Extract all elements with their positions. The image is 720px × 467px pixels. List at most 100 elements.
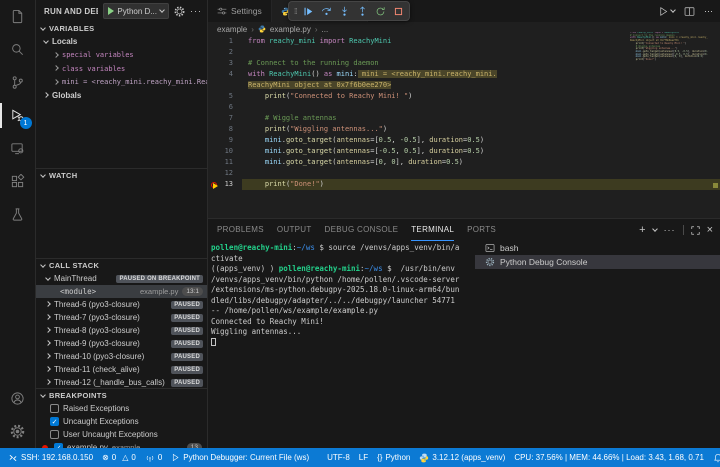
line-number[interactable]: 9 — [208, 135, 242, 146]
breakpoint-row[interactable]: ✓Uncaught Exceptions — [36, 415, 207, 428]
breakpoint-row[interactable]: ✓example.pyexample13 — [36, 441, 207, 448]
debug-settings-gear-icon[interactable] — [174, 6, 185, 17]
breadcrumb-folder[interactable]: example — [217, 25, 247, 34]
variables-header[interactable]: VARIABLES — [36, 22, 207, 35]
line-number[interactable]: 2 — [208, 47, 242, 58]
line-number[interactable]: 4 — [208, 69, 242, 80]
split-editor-icon[interactable] — [684, 6, 695, 17]
encoding-indicator[interactable]: UTF-8 — [327, 453, 350, 462]
continue-button[interactable] — [303, 6, 314, 17]
code-line[interactable]: 6 — [208, 102, 720, 113]
breakpoint-checkbox[interactable]: ✓ — [54, 443, 63, 448]
panel-tab-ports[interactable]: PORTS — [467, 219, 496, 241]
breadcrumb-file[interactable]: example.py — [270, 25, 311, 34]
sidebar-item-testing[interactable] — [0, 198, 36, 231]
line-number[interactable] — [208, 80, 242, 91]
thread-row[interactable]: Thread-6 (pyo3-closure)PAUSED — [36, 298, 207, 311]
breakpoints-header[interactable]: BREAKPOINTS — [36, 389, 207, 402]
variable-special[interactable]: special variables — [36, 49, 207, 63]
language-indicator[interactable]: {}Python — [377, 453, 410, 462]
tab-settings[interactable]: Settings — [208, 0, 272, 22]
line-number[interactable]: 11 — [208, 157, 242, 168]
line-number[interactable]: 8 — [208, 124, 242, 135]
stack-frame-module[interactable]: <module> example.py 13:1 — [36, 285, 207, 298]
eol-indicator[interactable]: LF — [359, 453, 368, 462]
breakpoint-checkbox[interactable] — [50, 404, 59, 413]
problems-indicator[interactable]: ⊗0 △0 — [102, 453, 136, 462]
line-number[interactable]: 7 — [208, 113, 242, 124]
line-number[interactable]: 5 — [208, 91, 242, 102]
code-line[interactable]: 5 print("Connected to Reachy Mini! ") — [208, 91, 720, 102]
scope-locals[interactable]: Locals — [36, 35, 207, 49]
panel-more-icon[interactable]: ··· — [664, 225, 676, 235]
thread-row[interactable]: Thread-8 (pyo3-closure)PAUSED — [36, 324, 207, 337]
panel-tab-terminal[interactable]: TERMINAL — [411, 219, 454, 241]
current-line-breakpoint-icon[interactable] — [211, 182, 217, 188]
variable-class[interactable]: class variables — [36, 62, 207, 76]
code-line[interactable]: 8 print("Wiggling antennas...") — [208, 124, 720, 135]
run-python-file-button[interactable] — [658, 6, 675, 17]
variable-mini[interactable]: mini = <reachy_mini.reachy_mini.Reachy… — [36, 76, 207, 90]
terminal-session-bash[interactable]: bash — [475, 241, 720, 255]
panel-tab-debug-console[interactable]: DEBUG CONSOLE — [325, 219, 399, 241]
account-button[interactable] — [0, 382, 36, 415]
notifications-bell-icon[interactable] — [713, 453, 720, 463]
code-line[interactable]: 4with ReachyMini() as mini: mini = <reac… — [208, 69, 720, 80]
interpreter-indicator[interactable]: 3.12.12 (apps_venv) — [419, 453, 505, 463]
thread-row[interactable]: Thread-12 (_handle_bus_calls)PAUSED — [36, 376, 207, 388]
line-number[interactable]: 1 — [208, 36, 242, 47]
line-number[interactable]: 10 — [208, 146, 242, 157]
terminal-dropdown-icon[interactable] — [652, 226, 658, 232]
breadcrumb-symbol[interactable]: ... — [322, 25, 329, 34]
debugger-indicator[interactable]: Python Debugger: Current File (ws) — [171, 453, 309, 462]
close-panel-icon[interactable]: × — [707, 224, 713, 236]
code-line[interactable]: 10 mini.goto_target(antennas=[-0.5, 0.5]… — [208, 146, 720, 157]
stop-button[interactable] — [393, 6, 404, 17]
toolbar-grip-icon[interactable]: ⁞⁞ — [294, 7, 296, 16]
maximize-panel-icon[interactable] — [691, 226, 700, 235]
breakpoint-row[interactable]: User Uncaught Exceptions — [36, 428, 207, 441]
thread-main[interactable]: MainThread PAUSED ON BREAKPOINT — [36, 272, 207, 285]
step-over-button[interactable] — [321, 6, 332, 17]
code-line[interactable]: ReachyMini object at 0x7f6b0ee270> — [208, 80, 720, 91]
sidebar-item-explorer[interactable] — [0, 0, 36, 33]
panel-tab-output[interactable]: OUTPUT — [277, 219, 312, 241]
system-metrics[interactable]: CPU: 37.56% | MEM: 44.66% | Load: 3.43, … — [514, 453, 704, 462]
terminal-session-python-debug-console[interactable]: Python Debug Console — [475, 255, 720, 269]
new-terminal-icon[interactable]: + — [639, 224, 645, 236]
breakpoint-row[interactable]: Raised Exceptions — [36, 402, 207, 415]
manage-button[interactable] — [0, 415, 36, 448]
sidebar-item-remote-explorer[interactable] — [0, 132, 36, 165]
views-more-icon[interactable]: ··· — [190, 6, 202, 16]
code-line[interactable]: 11 mini.goto_target(antennas=[0, 0], dur… — [208, 157, 720, 168]
thread-row[interactable]: Thread-7 (pyo3-closure)PAUSED — [36, 311, 207, 324]
sidebar-item-extensions[interactable] — [0, 165, 36, 198]
line-number[interactable]: 13 — [208, 179, 242, 190]
step-into-button[interactable] — [339, 6, 350, 17]
line-number[interactable]: 3 — [208, 58, 242, 69]
code-line[interactable]: 9 mini.goto_target(antennas=[0.5, -0.5],… — [208, 135, 720, 146]
sidebar-item-run-and-debug[interactable]: 1 — [0, 99, 36, 132]
debug-config-dropdown[interactable]: Python D... — [103, 3, 169, 19]
line-number[interactable]: 12 — [208, 168, 242, 179]
code-line[interactable]: 12 — [208, 168, 720, 179]
terminal-output[interactable]: pollen@reachy-mini:~/ws $ source /venvs/… — [211, 243, 475, 348]
call-stack-header[interactable]: CALL STACK — [36, 259, 207, 272]
sidebar-item-source-control[interactable] — [0, 66, 36, 99]
breakpoint-checkbox[interactable]: ✓ — [50, 417, 59, 426]
code-line[interactable]: 7 # Wiggle antennas — [208, 113, 720, 124]
step-out-button[interactable] — [357, 6, 368, 17]
thread-row[interactable]: Thread-9 (pyo3-closure)PAUSED — [36, 337, 207, 350]
thread-row[interactable]: Thread-11 (check_alive)PAUSED — [36, 363, 207, 376]
sidebar-item-search[interactable] — [0, 33, 36, 66]
code-line[interactable]: 13 print("Done!") — [208, 179, 720, 190]
line-number[interactable]: 6 — [208, 102, 242, 113]
thread-row[interactable]: Thread-10 (pyo3-closure)PAUSED — [36, 350, 207, 363]
ports-indicator[interactable]: 0 — [145, 453, 162, 463]
watch-header[interactable]: WATCH — [36, 169, 207, 182]
scope-globals[interactable]: Globals — [36, 89, 207, 103]
panel-tab-problems[interactable]: PROBLEMS — [217, 219, 264, 241]
remote-indicator[interactable]: SSH: 192.168.0.150 — [8, 453, 93, 463]
restart-button[interactable] — [375, 6, 386, 17]
breakpoint-checkbox[interactable] — [50, 430, 59, 439]
